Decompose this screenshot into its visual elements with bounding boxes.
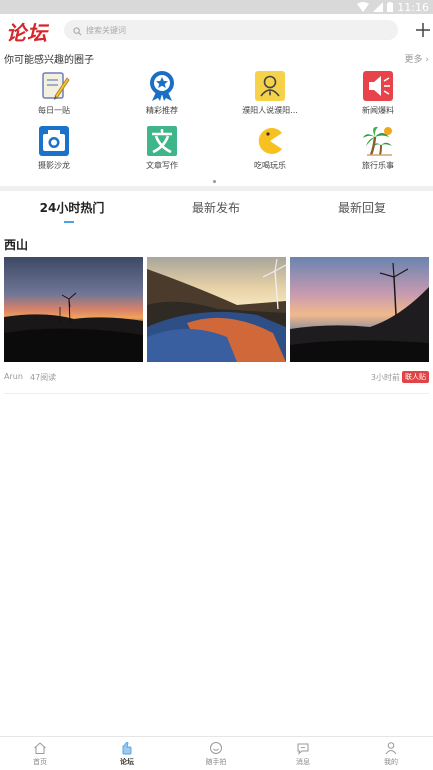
circle-item-news-tips[interactable]: 新闻爆料 — [324, 70, 432, 128]
nav-label: 随手拍 — [205, 758, 227, 766]
post-image-2[interactable] — [147, 257, 286, 362]
palm-tree-icon — [362, 125, 394, 157]
smile-camera-icon — [210, 742, 222, 754]
circle-label: 旅行乐事 — [362, 161, 394, 170]
tab-latest-posts[interactable]: 最新发布 — [144, 199, 288, 216]
message-icon — [297, 743, 309, 755]
nav-home[interactable]: 首页 — [0, 741, 83, 767]
tab-24h-hot[interactable]: 24小时热门 — [0, 199, 144, 216]
daily-post-icon — [38, 70, 70, 102]
circle-item-food-fun[interactable]: 吃喝玩乐 — [216, 125, 324, 183]
recommend-badge-icon — [146, 70, 178, 102]
person-card-icon — [254, 70, 286, 102]
active-tab-indicator — [64, 221, 74, 223]
post-time: 3小时前 — [370, 373, 400, 382]
wifi-icon — [357, 2, 370, 12]
forum-icon — [122, 742, 132, 755]
circle-label: 文章写作 — [146, 161, 178, 170]
circle-label: 新闻爆料 — [362, 106, 394, 115]
nav-profile[interactable]: 我的 — [348, 741, 433, 767]
circle-item-recommend[interactable]: 精彩推荐 — [108, 70, 216, 128]
feed-tabs: 24小时热门 最新发布 最新回复 — [0, 191, 433, 223]
home-icon — [34, 742, 46, 754]
circle-item-puyang-talk[interactable]: 濮阳人说濮阳... — [216, 70, 324, 128]
circle-item-travel[interactable]: 旅行乐事 — [324, 125, 432, 183]
user-icon — [385, 742, 397, 755]
camera-icon — [38, 125, 70, 157]
plus-icon — [416, 23, 430, 37]
add-post-button[interactable] — [412, 19, 432, 41]
search-icon — [73, 21, 82, 40]
status-bar: 11:16 — [0, 0, 433, 14]
battery-icon — [387, 2, 394, 12]
circle-label: 每日一贴 — [38, 106, 70, 115]
post-image-1[interactable] — [4, 257, 143, 362]
bottom-navigation: 首页 论坛 随手拍 消息 我的 — [0, 736, 433, 770]
circle-label: 吃喝玩乐 — [254, 161, 286, 170]
search-bar[interactable] — [64, 20, 398, 40]
circle-label: 濮阳人说濮阳... — [242, 106, 298, 115]
search-input[interactable] — [86, 25, 366, 35]
post-author[interactable]: Arun — [4, 372, 23, 381]
post-read-count: 47阅读 — [30, 373, 57, 382]
tab-latest-replies[interactable]: 最新回复 — [290, 199, 433, 216]
post-divider — [4, 393, 429, 394]
interest-section-header: 你可能感兴趣的圈子 更多 › — [0, 50, 433, 66]
circle-label: 精彩推荐 — [146, 106, 178, 115]
nav-messages[interactable]: 消息 — [260, 741, 346, 767]
post-meta: Arun 47阅读 3小时前 联人贴 — [0, 370, 433, 384]
writing-icon — [146, 125, 178, 157]
nav-label: 首页 — [33, 758, 47, 766]
status-time: 11:16 — [397, 0, 429, 14]
interest-section-title: 你可能感兴趣的圈子 — [4, 55, 94, 66]
circle-label: 摄影沙龙 — [38, 161, 70, 170]
circle-item-photo-salon[interactable]: 摄影沙龙 — [0, 125, 108, 183]
more-link[interactable]: 更多 › — [405, 52, 429, 65]
nav-label: 消息 — [296, 758, 310, 766]
signal-icon — [373, 2, 384, 12]
app-header: 论坛 — [0, 14, 433, 46]
nav-snapshot[interactable]: 随手拍 — [173, 741, 259, 767]
circle-item-daily-post[interactable]: 每日一贴 — [0, 70, 108, 128]
more-label: 更多 — [404, 55, 423, 65]
carousel-page-indicator — [213, 180, 216, 183]
post-title[interactable]: 西山 — [4, 236, 28, 253]
post-badge: 联人贴 — [402, 371, 429, 383]
nav-label: 论坛 — [120, 758, 134, 766]
nav-label: 我的 — [384, 758, 398, 766]
post-image-3[interactable] — [290, 257, 429, 362]
app-logo: 论坛 — [6, 21, 48, 45]
nav-forum[interactable]: 论坛 — [84, 741, 170, 767]
megaphone-icon — [362, 70, 394, 102]
circle-item-article-writing[interactable]: 文章写作 — [108, 125, 216, 183]
pacman-icon — [254, 125, 286, 157]
